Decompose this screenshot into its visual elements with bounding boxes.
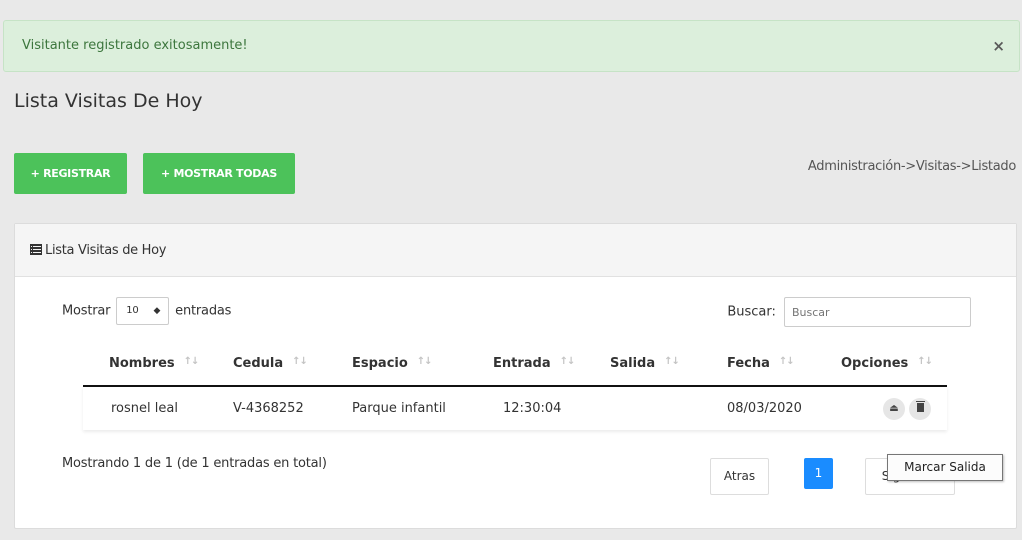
select-caret-icon: ◆ <box>153 306 161 316</box>
sort-icon: ↑↓ <box>559 356 576 367</box>
trash-icon <box>915 400 925 412</box>
sort-icon: ↑↓ <box>778 356 795 367</box>
panel-heading: Lista Visitas de Hoy <box>15 224 1016 277</box>
table-header-row: Nombres ↑↓ Cedula ↑↓ Espacio ↑↓ Entrada ↑↓ S… <box>83 342 947 387</box>
column-header-nombres[interactable]: Nombres ↑↓ <box>83 342 233 387</box>
column-header-fecha[interactable]: Fecha ↑↓ <box>727 342 841 387</box>
cell-fecha: 08/03/2020 <box>727 401 802 416</box>
sort-icon: ↑↓ <box>664 356 680 367</box>
search-control: Buscar: <box>727 297 971 327</box>
delete-button[interactable] <box>909 397 931 420</box>
cell-salida <box>610 386 727 430</box>
visits-panel: Lista Visitas de Hoy Mostrar 10 ◆ entrad… <box>14 223 1017 529</box>
cell-espacio: Parque infantil <box>352 401 446 416</box>
tooltip: Marcar Salida <box>887 454 1003 481</box>
search-label: Buscar: <box>727 304 776 320</box>
sort-icon: ↑↓ <box>183 356 200 367</box>
cell-entrada: 12:30:04 <box>503 401 562 416</box>
cell-cedula: V-4368252 <box>233 401 304 416</box>
table-info: Mostrando 1 de 1 (de 1 entradas en total… <box>62 456 327 471</box>
pagination-prev-button[interactable]: Atras <box>710 458 769 495</box>
visits-table: Nombres ↑↓ Cedula ↑↓ Espacio ↑↓ Entrada ↑↓ S… <box>83 342 947 430</box>
length-prefix: Mostrar <box>62 303 111 319</box>
page-title: Lista Visitas De Hoy <box>14 90 203 112</box>
breadcrumb: Administración->Visitas->Listado <box>807 159 1016 174</box>
mark-exit-button[interactable]: ⏏ <box>883 397 905 420</box>
list-icon <box>30 244 42 255</box>
length-value: 10 <box>126 305 139 316</box>
sort-icon: ↑↓ <box>292 356 308 367</box>
column-header-cedula[interactable]: Cedula ↑↓ <box>233 342 352 387</box>
table-row: rosnel leal V-4368252 Parque infantil 12… <box>83 386 947 430</box>
panel-heading-label: Lista Visitas de Hoy <box>45 243 167 258</box>
pagination-page-1[interactable]: 1 <box>804 458 833 489</box>
column-header-salida[interactable]: Salida ↑↓ <box>610 342 727 387</box>
sort-icon: ↑↓ <box>416 356 433 367</box>
cell-nombres: rosnel leal <box>111 401 178 416</box>
column-header-espacio[interactable]: Espacio ↑↓ <box>352 342 493 387</box>
entries-length-select[interactable]: 10 ◆ <box>116 297 170 325</box>
close-icon[interactable]: × <box>992 21 1005 71</box>
sort-icon: ↑↓ <box>917 356 933 367</box>
column-header-entrada[interactable]: Entrada ↑↓ <box>493 342 610 387</box>
register-button[interactable]: + REGISTRAR <box>14 153 127 194</box>
cell-opciones: ⏏ <box>841 386 947 430</box>
column-header-opciones[interactable]: Opciones ↑↓ <box>841 342 947 387</box>
entries-length-control: Mostrar 10 ◆ entradas <box>62 297 231 325</box>
show-all-button[interactable]: + MOSTRAR TODAS <box>143 153 295 194</box>
alert-message: Visitante registrado exitosamente! <box>22 38 248 53</box>
search-input[interactable] <box>784 297 971 327</box>
eject-icon: ⏏ <box>889 402 899 414</box>
length-suffix: entradas <box>175 303 232 319</box>
success-alert: Visitante registrado exitosamente! × <box>3 20 1020 72</box>
